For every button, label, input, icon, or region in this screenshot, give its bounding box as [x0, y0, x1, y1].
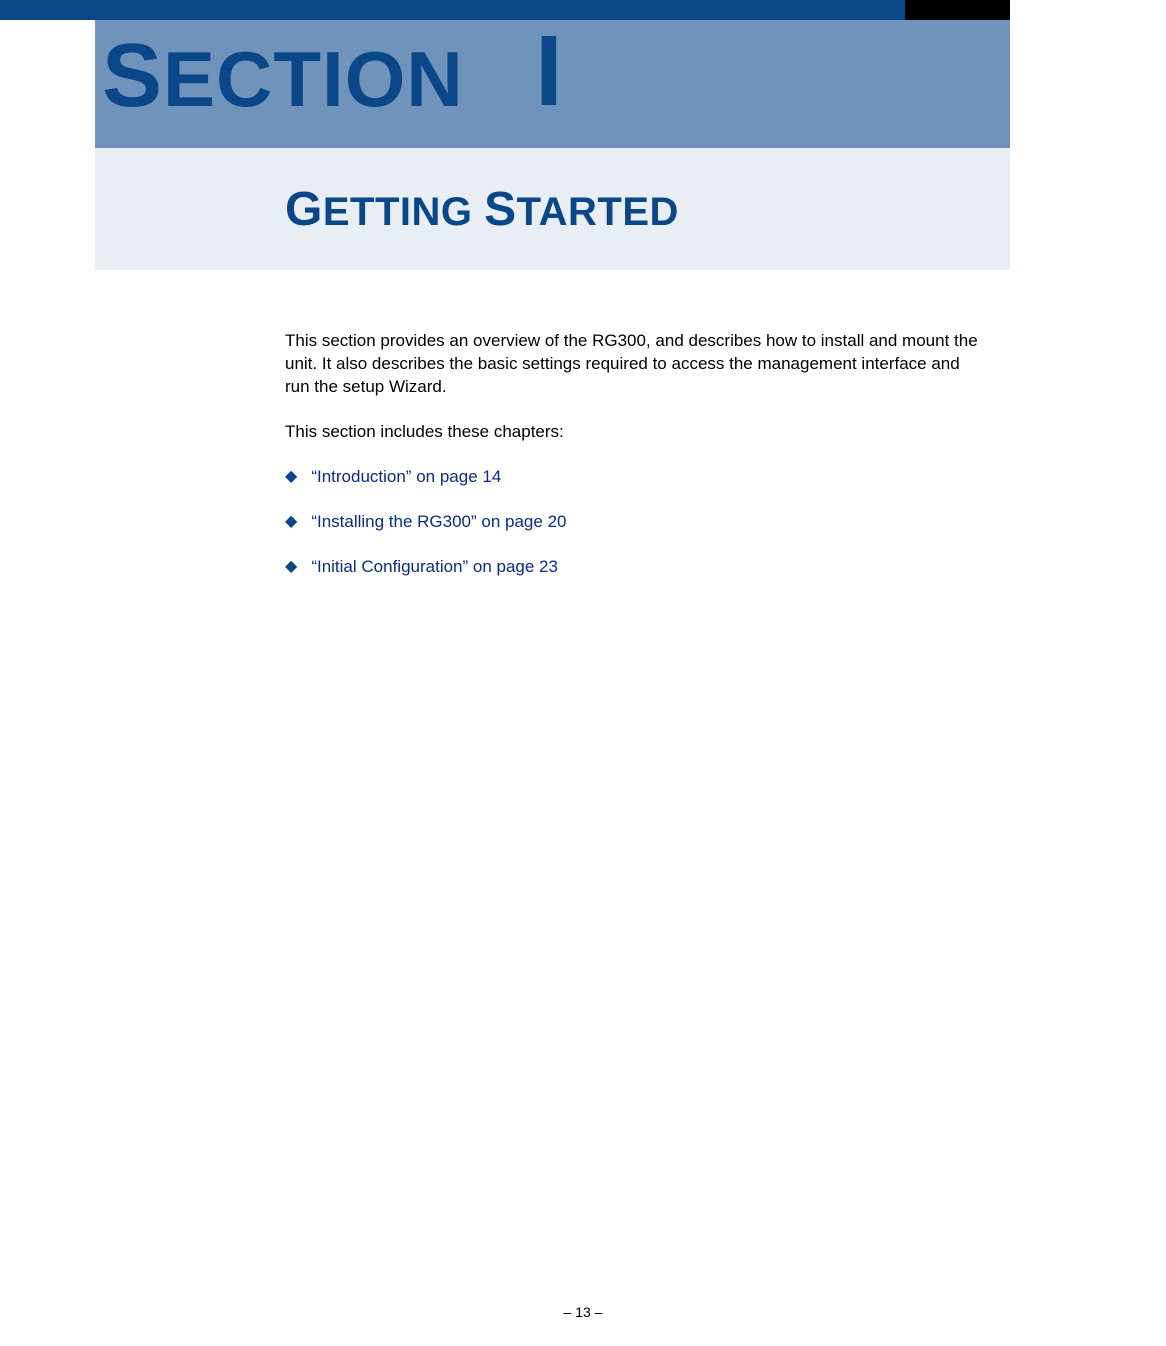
chapter-list: ◆ “Introduction” on page 14 ◆ “Installin… — [285, 466, 985, 579]
subtitle-bar: GETTING STARTED — [95, 148, 1010, 270]
body-content: This section provides an overview of the… — [285, 330, 985, 601]
section-title-word-initial: S — [102, 26, 163, 126]
section-title-word-rest: ECTION — [163, 35, 464, 123]
subtitle-text: GETTING STARTED — [285, 182, 679, 237]
diamond-bullet-icon: ◆ — [285, 556, 297, 578]
chapters-intro-paragraph: This section includes these chapters: — [285, 421, 985, 444]
diamond-bullet-icon: ◆ — [285, 511, 297, 533]
diamond-bullet-icon: ◆ — [285, 466, 297, 488]
section-banner-left-mask — [0, 20, 95, 148]
header-top-bar — [0, 0, 905, 20]
intro-paragraph: This section provides an overview of the… — [285, 330, 985, 399]
subtitle-word2-rest: TARTED — [517, 190, 679, 234]
subtitle-word1-rest: ETTING — [323, 190, 473, 234]
subtitle-word2-cap: S — [484, 183, 517, 236]
chapter-link[interactable]: “Initial Configuration” on page 23 — [311, 556, 558, 579]
chapter-list-item: ◆ “Initial Configuration” on page 23 — [285, 556, 985, 579]
section-number: I — [535, 14, 563, 129]
page-number: – 13 – — [0, 1304, 1166, 1320]
section-title: SECTION — [102, 25, 464, 128]
chapter-list-item: ◆ “Introduction” on page 14 — [285, 466, 985, 489]
subtitle-word1-cap: G — [285, 183, 323, 236]
chapter-link[interactable]: “Installing the RG300” on page 20 — [311, 511, 566, 534]
chapter-link[interactable]: “Introduction” on page 14 — [311, 466, 501, 489]
chapter-list-item: ◆ “Installing the RG300” on page 20 — [285, 511, 985, 534]
